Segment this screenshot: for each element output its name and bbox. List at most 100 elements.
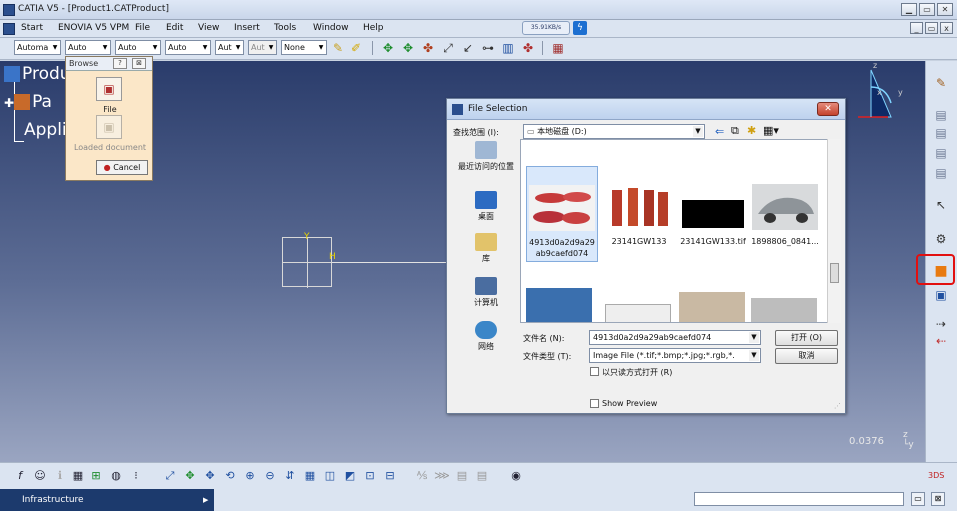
status-button-2[interactable]: ⊠	[931, 492, 945, 506]
paint-icon[interactable]: ✎	[932, 75, 950, 91]
catalog-icon[interactable]: ▦	[550, 40, 566, 56]
auto-combo-3[interactable]: Auto ▼	[115, 40, 161, 55]
new-folder-icon[interactable]: ✱	[747, 124, 756, 137]
menu-edit[interactable]: Edit	[166, 23, 183, 33]
painter-icon[interactable]: ✐	[348, 40, 364, 56]
fly-icon[interactable]: ⟲	[222, 468, 238, 484]
help-button[interactable]: ?	[113, 58, 127, 69]
swap-space-icon[interactable]: ⊟	[382, 468, 398, 484]
auto-combo-2[interactable]: Auto ▼	[65, 40, 111, 55]
auto-combo-4[interactable]: Auto ▼	[165, 40, 211, 55]
menu-insert[interactable]: Insert	[234, 23, 260, 33]
blue-car-thumbnail[interactable]	[526, 288, 592, 322]
select-arrow-icon[interactable]: ↖	[932, 197, 950, 213]
filename-input[interactable]: 4913d0a2d9a29ab9caefd074 ▼	[589, 330, 761, 345]
snap-icon[interactable]: ✥	[400, 40, 416, 56]
grayed-tool-icon-1[interactable]: ▤	[932, 107, 950, 123]
file-item[interactable]: 23141GW133	[603, 184, 675, 247]
grayed-tool-icon-2[interactable]: ▤	[932, 125, 950, 141]
hide-show-icon[interactable]: ⊡	[362, 468, 378, 484]
place-computer[interactable]: 计算机	[455, 277, 517, 308]
up-folder-icon[interactable]: ⧉	[731, 124, 739, 138]
workbench-indicator[interactable]: Infrastructure ▶	[0, 489, 214, 511]
assembly-icon[interactable]: ✤	[520, 40, 536, 56]
gear-icon[interactable]: ⚙	[932, 231, 950, 247]
zoom-out-icon[interactable]: ⊖	[262, 468, 278, 484]
file-item[interactable]: 4913d0a2d9a29ab9caefd074	[526, 166, 598, 262]
info-icon[interactable]: ℹ	[52, 468, 68, 484]
doc-close-button[interactable]: x	[940, 22, 953, 34]
clash-icon[interactable]: ⤢	[440, 40, 456, 56]
menu-help[interactable]: Help	[363, 23, 384, 33]
maximize-button[interactable]: ▭	[919, 3, 935, 16]
resize-grip-icon[interactable]: ⋰	[834, 402, 843, 411]
lookin-combo[interactable]: ▭ 本地磁盘 (D:) ▼	[523, 124, 705, 139]
menu-window[interactable]: Window	[313, 23, 349, 33]
fit-all-icon[interactable]: ⤢	[162, 468, 178, 484]
sketch-origin-gizmo[interactable]: Y H	[282, 232, 336, 288]
auto-combo-6[interactable]: Aut ▼	[248, 40, 277, 55]
analysis-icon[interactable]: ▥	[500, 40, 516, 56]
compass-tool-icon[interactable]: ↙	[460, 40, 476, 56]
structure-icon[interactable]: ⊞	[88, 468, 104, 484]
dialog-cancel-button[interactable]: 取消	[775, 348, 838, 364]
grayed-tool-icon-4[interactable]: ▤	[932, 165, 950, 181]
grayed-icon-1[interactable]: ⅍	[414, 468, 430, 484]
command-input[interactable]	[694, 492, 904, 506]
shading-icon[interactable]: ◩	[342, 468, 358, 484]
file-item[interactable]: 23141GW133.tif	[677, 184, 749, 247]
place-desktop[interactable]: 桌面	[455, 191, 517, 222]
auto-combo-5[interactable]: Aut ▼	[215, 40, 244, 55]
tree-node-part[interactable]: ✚ Pa	[4, 92, 52, 112]
file-list-scrollbar[interactable]	[827, 139, 841, 323]
line-tool-icon[interactable]: ⇢	[932, 316, 950, 332]
menu-tools[interactable]: Tools	[274, 23, 296, 33]
browse-cancel-button[interactable]: ● Cancel	[96, 160, 148, 175]
place-libraries[interactable]: 库	[455, 233, 517, 264]
grayed-icon-3[interactable]: ▤	[454, 468, 470, 484]
loaded-document-icon[interactable]: ▣	[96, 115, 122, 139]
menu-enovia[interactable]: ENOVIA V5 VPM	[58, 23, 129, 33]
auto-combo-1[interactable]: Automa ▼	[14, 40, 61, 55]
file-browse-icon[interactable]: ▣	[96, 77, 122, 101]
doc-restore-button[interactable]: ▭	[925, 22, 938, 34]
camera-icon[interactable]: ◉	[508, 468, 524, 484]
expand-plus-icon[interactable]: ✚	[4, 96, 14, 110]
grayed-icon-4[interactable]: ▤	[474, 468, 490, 484]
doc-minimize-button[interactable]: _	[910, 22, 923, 34]
filetype-select[interactable]: Image File (*.tif;*.bmp;*.jpg;*.rgb,*. ▼	[589, 348, 761, 363]
catalog-browser-icon[interactable]: ▣	[932, 287, 950, 303]
table-icon[interactable]: ▦	[70, 468, 86, 484]
rotate-icon[interactable]: ✥	[202, 468, 218, 484]
file-item[interactable]: 1898806_0841...	[749, 184, 821, 247]
menu-view[interactable]: View	[198, 23, 219, 33]
view-menu-icon[interactable]: ▦▾	[763, 124, 779, 137]
normal-view-icon[interactable]: ⇵	[282, 468, 298, 484]
back-icon[interactable]: ⇐	[715, 125, 724, 138]
grey-car-thumbnail[interactable]	[751, 298, 817, 322]
compass-widget[interactable]: z x y	[858, 61, 908, 125]
trace-tool-icon[interactable]: ⇠	[932, 333, 950, 349]
lightning-icon[interactable]: ϟ	[573, 21, 587, 35]
scan-icon[interactable]: ◍	[108, 468, 124, 484]
grayed-tool-icon-3[interactable]: ▤	[932, 145, 950, 161]
readonly-checkbox[interactable]	[590, 367, 599, 376]
manipulate-icon[interactable]: ✥	[380, 40, 396, 56]
grayed-icon-2[interactable]: ⋙	[434, 468, 450, 484]
browse-close-button[interactable]: ⊠	[132, 58, 146, 69]
file-list[interactable]: 4913d0a2d9a29ab9caefd074 23141GW133 2314…	[520, 139, 832, 323]
tree-node-product[interactable]: Produ	[4, 64, 71, 84]
menu-start[interactable]: Start	[21, 23, 43, 33]
dialog-close-button[interactable]: ✕	[817, 102, 839, 116]
interior-thumbnail[interactable]	[679, 292, 745, 322]
iso-view-icon[interactable]: ◫	[322, 468, 338, 484]
status-button-1[interactable]: ▭	[911, 492, 925, 506]
formula-icon[interactable]: f	[12, 468, 28, 484]
properties-icon[interactable]: ⁝	[128, 468, 144, 484]
scroll-thumb[interactable]	[830, 263, 839, 283]
explode-icon[interactable]: ✤	[420, 40, 436, 56]
drawing-thumbnail[interactable]	[605, 304, 671, 322]
open-button[interactable]: 打开 (O)	[775, 330, 838, 346]
show-preview-checkbox[interactable]	[590, 399, 599, 408]
paint-brush-icon[interactable]: ✎	[330, 40, 346, 56]
